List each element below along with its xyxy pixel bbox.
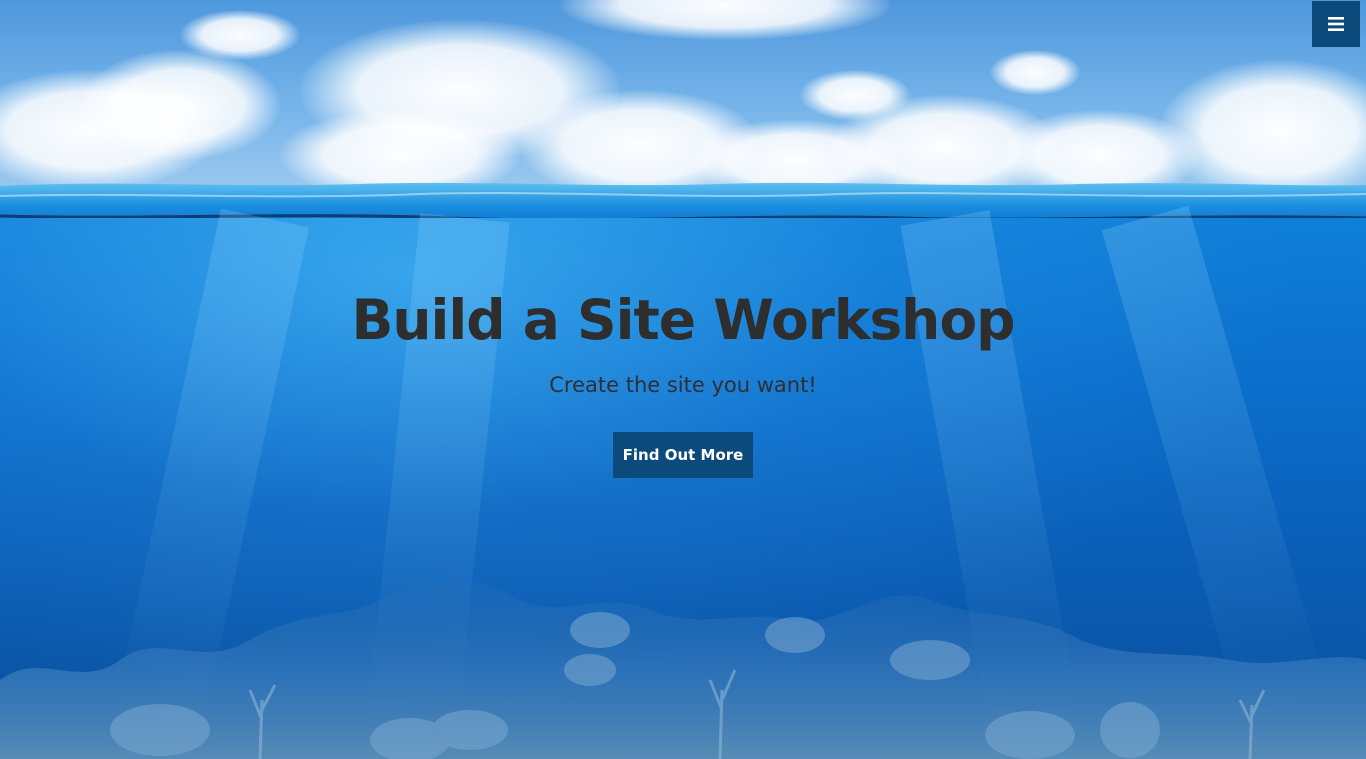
coral-reef: [0, 581, 1366, 759]
find-out-more-button[interactable]: Find Out More: [613, 432, 753, 478]
hero-subtitle: Create the site you want!: [549, 373, 817, 397]
menu-toggle-button[interactable]: [1312, 1, 1360, 47]
cloud: [80, 50, 280, 160]
cloud: [990, 50, 1080, 95]
hero-section: Build a Site Workshop Create the site yo…: [0, 280, 1366, 478]
hamburger-menu-icon: [1328, 17, 1344, 31]
hero-title: Build a Site Workshop: [351, 288, 1015, 352]
cloud: [180, 10, 300, 60]
